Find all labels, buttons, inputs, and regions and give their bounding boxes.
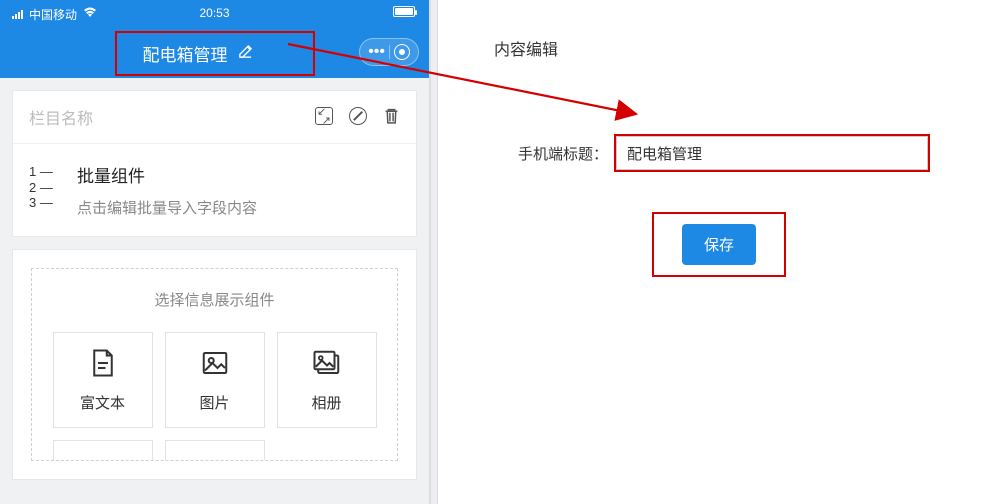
close-target-icon[interactable] <box>394 44 410 60</box>
component-label: 图片 <box>199 392 229 413</box>
component-grid: 富文本 图片 相册 <box>46 332 383 428</box>
component-partial[interactable] <box>165 440 265 460</box>
signal-area: 中国移动 <box>12 6 97 23</box>
control-divider <box>389 45 390 59</box>
component-richtext[interactable]: 富文本 <box>53 332 153 428</box>
editor-heading: 内容编辑 <box>494 36 966 60</box>
component-partial[interactable] <box>53 440 153 460</box>
component-label: 相册 <box>311 392 341 413</box>
component-selector-card: 选择信息展示组件 富文本 图片 <box>12 249 417 480</box>
phone-title-highlight[interactable]: 配电箱管理 <box>115 31 315 76</box>
signal-bars-icon <box>12 9 23 19</box>
title-input-highlight <box>614 134 930 172</box>
batch-desc: 点击编辑批量导入字段内容 <box>77 197 257 218</box>
component-heading: 选择信息展示组件 <box>46 289 383 310</box>
column-name-placeholder[interactable]: 栏目名称 <box>29 105 315 129</box>
component-album[interactable]: 相册 <box>277 332 377 428</box>
save-button[interactable]: 保存 <box>682 224 756 265</box>
title-field-label: 手机端标题： <box>518 143 608 164</box>
batch-component-row[interactable]: 1 —2 —3 — 批量组件 点击编辑批量导入字段内容 <box>13 144 416 236</box>
trash-icon[interactable] <box>383 107 400 128</box>
wifi-icon <box>83 7 97 21</box>
panel-divider <box>430 0 438 504</box>
expand-icon[interactable] <box>315 107 333 125</box>
component-grid-row2 <box>46 440 383 460</box>
batch-text: 批量组件 点击编辑批量导入字段内容 <box>77 162 257 218</box>
album-icon <box>312 348 342 382</box>
edit-icon <box>238 44 253 63</box>
image-icon <box>200 348 230 382</box>
component-dashed-box: 选择信息展示组件 富文本 图片 <box>31 268 398 461</box>
disable-icon[interactable] <box>349 107 367 125</box>
phone-status-bar: 中国移动 20:53 配电箱管理 ••• <box>0 0 429 78</box>
more-icon[interactable]: ••• <box>368 43 385 61</box>
list-icon: 1 —2 —3 — <box>29 162 59 211</box>
status-time: 20:53 <box>199 6 229 20</box>
component-image[interactable]: 图片 <box>165 332 265 428</box>
save-button-highlight: 保存 <box>652 212 786 277</box>
batch-title: 批量组件 <box>77 162 257 187</box>
doc-icon <box>88 348 118 382</box>
title-field-row: 手机端标题： <box>518 134 966 172</box>
column-card: 栏目名称 1 —2 —3 — 批量组件 点击编辑批量导入字段内容 <box>12 90 417 237</box>
mobile-title-input[interactable] <box>616 136 928 170</box>
phone-title-text: 配电箱管理 <box>143 41 228 66</box>
status-top: 中国移动 20:53 <box>0 0 429 28</box>
component-label: 富文本 <box>80 392 125 413</box>
miniapp-controls[interactable]: ••• <box>359 38 419 66</box>
battery-icon <box>393 6 415 20</box>
column-header: 栏目名称 <box>13 91 416 144</box>
phone-preview-panel: 中国移动 20:53 配电箱管理 ••• 栏目名称 <box>0 0 430 504</box>
carrier-label: 中国移动 <box>29 6 77 23</box>
column-tools <box>315 107 400 128</box>
editor-panel: 内容编辑 手机端标题： 保存 <box>438 0 986 504</box>
